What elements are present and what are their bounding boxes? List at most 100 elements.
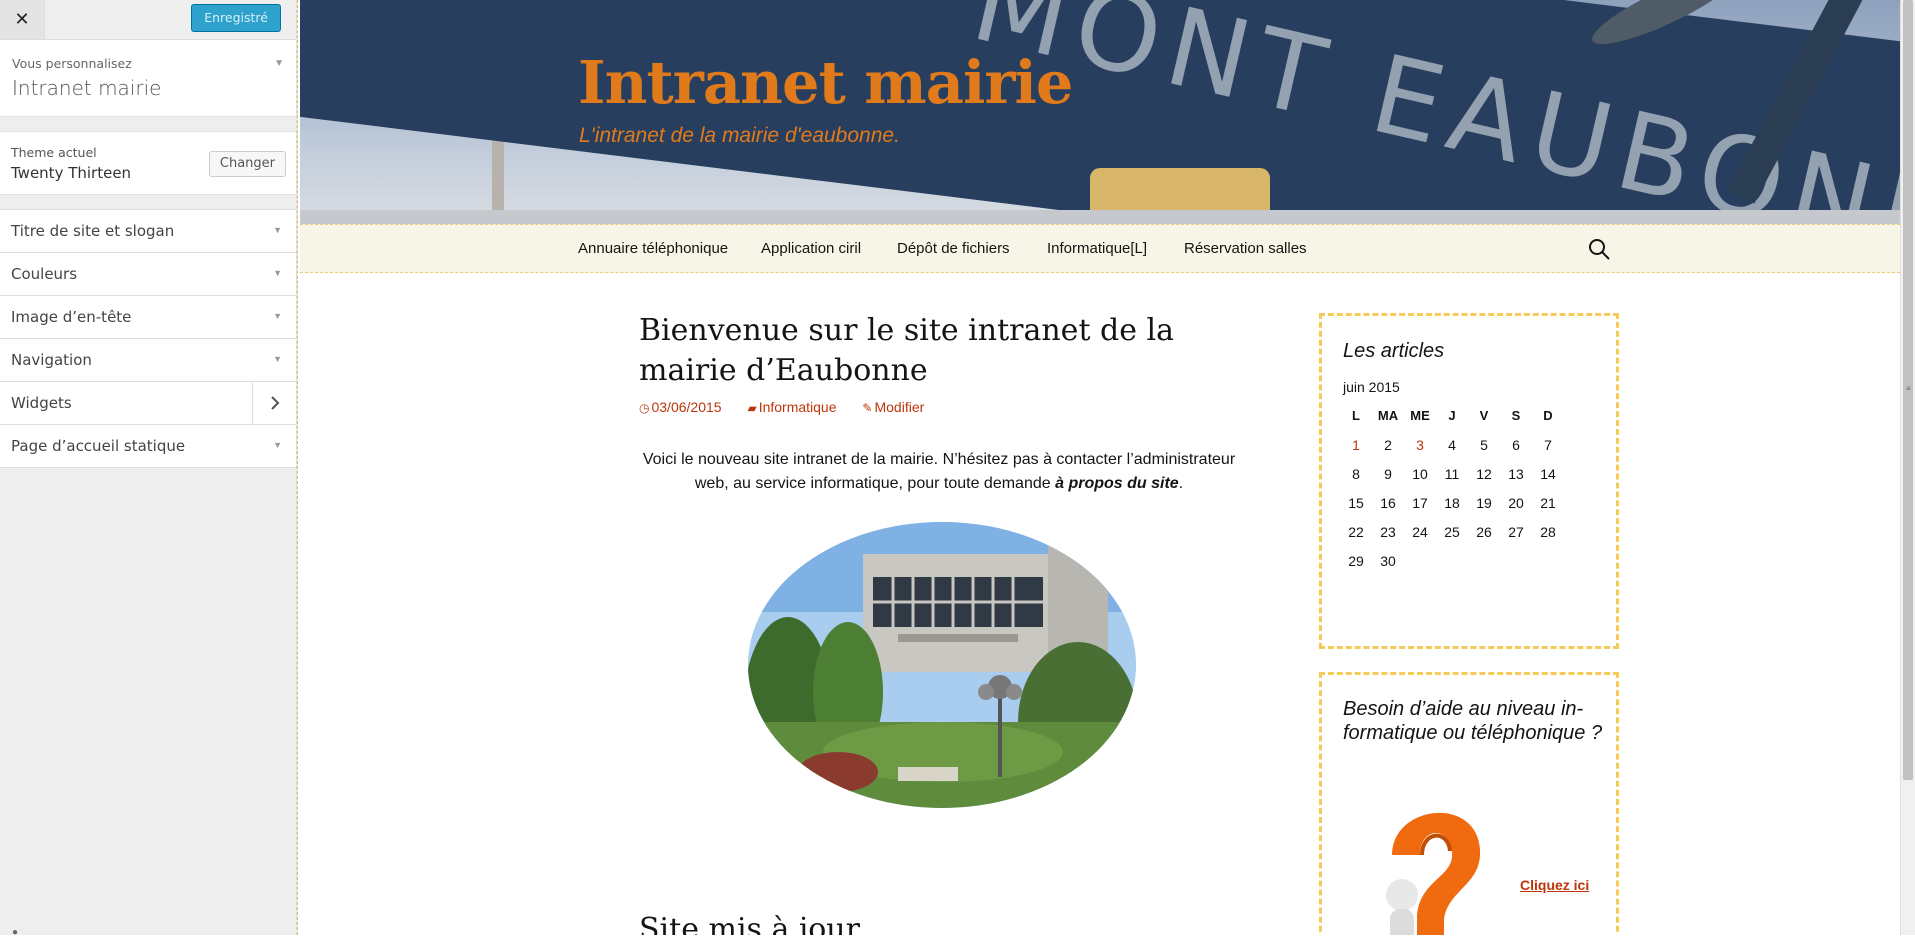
- calendar-day: 29: [1348, 552, 1364, 569]
- calendar-day: [1436, 546, 1468, 575]
- save-button[interactable]: Enregistré: [191, 4, 281, 32]
- calendar-day: 14: [1540, 465, 1556, 482]
- post-category: Informatique: [758, 399, 837, 415]
- nav-item-depot-fichiers[interactable]: Dépôt de fichiers: [897, 240, 1010, 257]
- calendar-header-row: L MA ME J V S D: [1340, 401, 1564, 430]
- calendar-day: 11: [1444, 465, 1460, 482]
- section-label: Page d’accueil statique: [11, 437, 186, 455]
- customizer-header: ✕ Enregistré: [0, 0, 296, 40]
- calendar-week-row: 29 30: [1340, 546, 1564, 575]
- question-mark-image: [1362, 785, 1502, 935]
- calendar-day-link[interactable]: 3: [1404, 430, 1436, 459]
- section-colors[interactable]: Couleurs ▼: [0, 253, 296, 296]
- calendar-widget-title: Les articles: [1343, 340, 1445, 362]
- calendar-week-row: 1 2 3 4 5 6 7: [1340, 430, 1564, 459]
- triangle-down-icon: ▼: [273, 225, 282, 235]
- calendar-day: 20: [1508, 494, 1524, 511]
- calendar-day: 13: [1508, 465, 1524, 482]
- calendar-day: 22: [1348, 523, 1364, 540]
- day-header: J: [1448, 408, 1456, 423]
- theme-label: Theme actuel: [11, 145, 97, 160]
- calendar-day: 26: [1476, 523, 1492, 540]
- post-edit: Modifier: [874, 399, 925, 415]
- calendar-day: 2: [1384, 436, 1392, 453]
- calendar-day: 30: [1380, 552, 1396, 569]
- calendar-day: 10: [1412, 465, 1428, 482]
- post-date-link[interactable]: ◷ 03/06/2015: [639, 399, 722, 415]
- calendar-day: 23: [1380, 523, 1396, 540]
- triangle-down-icon: ▼: [273, 268, 282, 278]
- calendar-day: 7: [1544, 436, 1552, 453]
- clock-icon: ◷: [639, 401, 650, 415]
- section-navigation[interactable]: Navigation ▼: [0, 339, 296, 382]
- pencil-icon: ✎: [862, 401, 873, 415]
- customizer-info-panel[interactable]: Vous personnalisez Intranet mairie ▼: [0, 40, 296, 117]
- calendar-day-link[interactable]: 1: [1340, 430, 1372, 459]
- calendar-caption: juin 2015: [1343, 379, 1400, 395]
- triangle-down-icon[interactable]: ▼: [274, 58, 284, 69]
- nav-item-informatique[interactable]: Informatique[L]: [1047, 240, 1147, 257]
- site-header: MONT EAUBONNE Intranet mairie L'intranet…: [300, 0, 1900, 224]
- calendar-day: 16: [1380, 494, 1396, 511]
- section-label: Titre de site et slogan: [11, 222, 175, 240]
- section-static-front-page[interactable]: Page d’accueil statique ▼: [0, 425, 296, 468]
- triangle-down-icon: ▼: [273, 440, 282, 450]
- help-link[interactable]: Cliquez ici: [1520, 877, 1589, 893]
- section-widgets[interactable]: Widgets: [0, 382, 296, 425]
- calendar-day: 4: [1448, 436, 1456, 453]
- nav-item-application-ciril[interactable]: Application ciril: [761, 240, 861, 257]
- section-label: Couleurs: [11, 265, 78, 283]
- post-content: Voici le nouveau site intranet de la mai…: [639, 448, 1239, 496]
- calendar-day: 27: [1508, 523, 1524, 540]
- calendar-day: [1404, 546, 1436, 575]
- help-widget-title: Besoin d’aide au niveau in-formatique ou…: [1343, 698, 1603, 744]
- calendar-day: 21: [1540, 494, 1556, 511]
- calendar-day: [1468, 546, 1500, 575]
- scrollbar-thumb[interactable]: ≡: [1903, 0, 1913, 780]
- preview-scrollbar[interactable]: ≡: [1900, 0, 1915, 935]
- section-label: Image d’en-tête: [11, 308, 132, 326]
- theme-name: Twenty Thirteen: [11, 164, 132, 182]
- post-date: 03/06/2015: [651, 399, 722, 415]
- next-post-title[interactable]: Site mis à jour: [639, 912, 860, 935]
- close-icon: ✕: [14, 9, 30, 30]
- post-text-end: .: [1178, 475, 1184, 492]
- calendar-day: 18: [1444, 494, 1460, 511]
- calendar-day: 24: [1412, 523, 1428, 540]
- calendar-week-row: 15 16 17 18 19 20 21: [1340, 488, 1564, 517]
- calendar-day: 9: [1384, 465, 1392, 482]
- section-header-image[interactable]: Image d’en-tête ▼: [0, 296, 296, 339]
- change-theme-button[interactable]: Changer: [208, 151, 286, 177]
- folder-icon: ▰: [747, 401, 757, 415]
- help-widget: Besoin d’aide au niveau in-formatique ou…: [1319, 672, 1619, 935]
- post-category-link[interactable]: ▰ Informatique: [747, 399, 836, 415]
- calendar-day: 6: [1512, 436, 1520, 453]
- scrollbar-grip-icon: ≡: [1906, 384, 1911, 393]
- header-ground: [300, 210, 1900, 224]
- day-header: V: [1479, 408, 1489, 423]
- site-tagline: L'intranet de la mairie d'eaubonne.: [579, 124, 900, 147]
- day-header: ME: [1410, 408, 1430, 423]
- calendar-day: [1532, 546, 1564, 575]
- close-customizer-button[interactable]: ✕: [0, 0, 45, 39]
- section-site-title[interactable]: Titre de site et slogan ▼: [0, 210, 296, 253]
- nav-item-annuaire[interactable]: Annuaire téléphonique: [578, 240, 728, 257]
- main-navigation: Annuaire téléphonique Application ciril …: [300, 224, 1900, 273]
- customizing-label: Vous personnalisez: [12, 56, 132, 71]
- search-icon[interactable]: [1587, 237, 1611, 266]
- chevron-right-icon[interactable]: [252, 382, 296, 424]
- post-title[interactable]: Bienvenue sur le site intranet de la mai…: [639, 311, 1199, 391]
- post-meta: ◷ 03/06/2015 ▰ Informatique ✎ Modifier: [639, 399, 946, 415]
- site-title[interactable]: Intranet mairie: [578, 48, 1073, 117]
- section-label: Widgets: [11, 394, 72, 412]
- customizer-sections: Titre de site et slogan ▼ Couleurs ▼ Ima…: [0, 209, 296, 468]
- triangle-down-icon: ▼: [273, 354, 282, 364]
- nav-item-reservation-salles[interactable]: Réservation salles: [1184, 240, 1307, 257]
- calendar-day: 15: [1348, 494, 1364, 511]
- customizer-sidebar: ✕ Enregistré Vous personnalisez Intranet…: [0, 0, 297, 938]
- day-header: MA: [1377, 408, 1399, 423]
- day-header: D: [1543, 408, 1553, 423]
- post-edit-link[interactable]: ✎ Modifier: [862, 399, 924, 415]
- collapse-sidebar-icon[interactable]: ●: [12, 927, 18, 938]
- calendar-day: 17: [1412, 494, 1428, 511]
